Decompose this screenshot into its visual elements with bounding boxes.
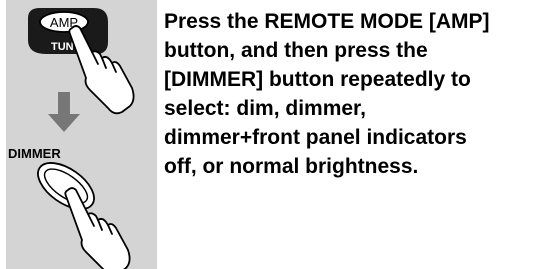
- illustration-panel: AMP TUN DIMMER: [6, 0, 157, 269]
- tuner-button-label: TUN: [51, 41, 74, 53]
- instruction-line: select: dim, dimmer,: [164, 97, 366, 120]
- dimmer-button: [37, 162, 95, 210]
- remote-illustration: AMP TUN DIMMER: [8, 8, 135, 269]
- instruction-line: button, and then press the: [164, 39, 428, 62]
- instruction-line: off, or normal brightness.: [164, 155, 419, 178]
- down-arrow-icon: [48, 92, 80, 132]
- dimmer-label: DIMMER: [8, 146, 61, 161]
- instruction-line: dimmer+front panel indicators: [164, 126, 467, 149]
- instruction-text: Press the REMOTE MODE [AMP] button, and …: [164, 7, 534, 181]
- instruction-line: [DIMMER] button repeatedly to: [164, 68, 471, 91]
- instruction-line: Press the REMOTE MODE [AMP]: [164, 10, 490, 33]
- pointing-hand-icon: [64, 187, 131, 269]
